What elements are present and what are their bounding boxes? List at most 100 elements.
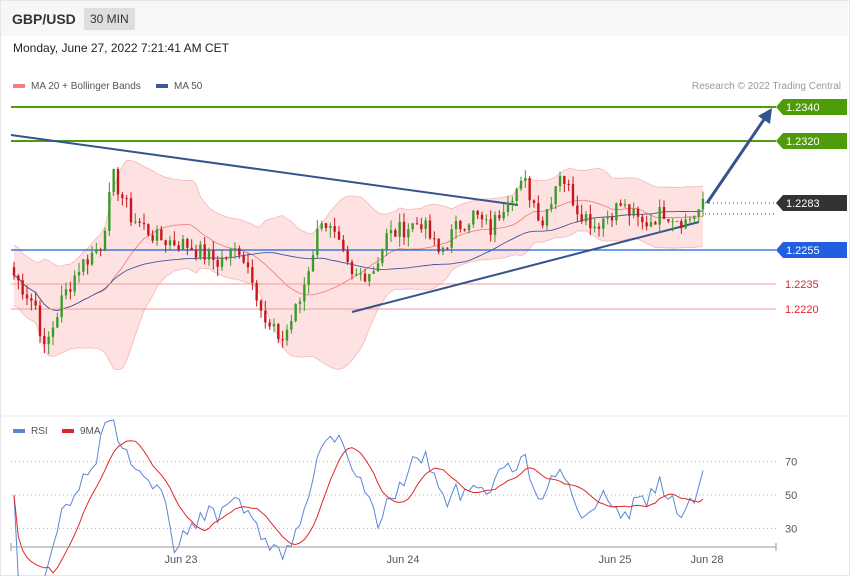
candle-body (216, 260, 219, 267)
candle-body (407, 229, 410, 238)
level-label-1.2283: 1.2283 (786, 198, 820, 210)
candle-body (649, 222, 653, 227)
candle-body (597, 226, 601, 229)
candle-body (480, 214, 484, 220)
candle-body (43, 336, 46, 345)
candle-body (138, 221, 141, 223)
candle-body (177, 245, 180, 250)
candle-body (320, 223, 323, 229)
candle-body (368, 273, 371, 282)
candle-body (381, 249, 384, 264)
candle-body (515, 188, 518, 201)
candle-body (459, 220, 462, 230)
candle-body (580, 214, 583, 222)
candle-body (680, 221, 683, 229)
candle-body (95, 249, 98, 253)
candle-body (333, 226, 336, 232)
rsi-tick-70: 70 (785, 457, 797, 469)
candle-body (277, 324, 280, 340)
candle-body (51, 327, 55, 337)
candle-body (90, 252, 94, 265)
candle-body (441, 247, 445, 252)
candle-body (567, 184, 570, 186)
descending-trendline (10, 134, 519, 206)
candle-body (411, 223, 414, 230)
candle-body (454, 220, 458, 230)
candle-body (355, 274, 358, 276)
candle-body (519, 180, 523, 189)
candle-body (103, 230, 107, 252)
candle-body (203, 244, 206, 260)
candle-body (489, 219, 492, 235)
projection-arrow-line (705, 117, 767, 204)
x-label-jun-24: Jun 24 (386, 554, 419, 566)
candle-body (229, 248, 232, 259)
candle-body (602, 218, 605, 229)
level-label-1.2220: 1.2220 (785, 304, 819, 316)
candle-body (506, 202, 510, 212)
candle-body (60, 295, 63, 318)
candle-body (238, 248, 241, 256)
candle-body (385, 233, 388, 250)
candle-body (290, 321, 293, 330)
candle-body (125, 198, 128, 200)
candle-body (498, 214, 501, 219)
candle-body (168, 240, 172, 246)
price-chart-svg[interactable]: 1.2340 1.2320 1.2283 1.2255 1.2235 1.2220 70 50… (0, 0, 850, 576)
candle-body (584, 214, 588, 222)
candle-body (606, 216, 609, 219)
projection-arrow-head (758, 108, 772, 124)
candle-body (610, 216, 614, 221)
candle-body (242, 255, 245, 263)
candle-body (329, 226, 332, 228)
candle-body (532, 200, 536, 204)
candle-body (420, 224, 423, 230)
candle-body (576, 205, 579, 215)
candle-body (662, 207, 666, 220)
candle-body (350, 261, 354, 275)
candle-body (246, 262, 250, 268)
level-label-1.2235: 1.2235 (785, 279, 819, 291)
level-label-1.2255: 1.2255 (786, 245, 820, 257)
candle-body (155, 229, 159, 241)
candle-body (212, 249, 215, 261)
candle-body (225, 257, 228, 259)
rsi-tick-30: 30 (785, 523, 797, 535)
candle-body (541, 220, 544, 226)
candle-body (281, 339, 284, 341)
candle-body (615, 203, 618, 221)
candle-body (151, 235, 154, 241)
candle-body (632, 208, 635, 216)
candle-body (424, 220, 427, 230)
candle-body (25, 294, 29, 299)
candle-body (164, 240, 167, 246)
candle-body (645, 222, 648, 227)
candle-body (402, 221, 406, 238)
candle-body (12, 267, 16, 276)
candle-body (34, 300, 37, 306)
level-label-1.2320: 1.2320 (786, 136, 820, 148)
candle-body (129, 198, 133, 223)
candle-body (121, 194, 124, 199)
candle-body (550, 204, 553, 210)
candle-body (593, 226, 596, 229)
candle-body (446, 247, 449, 249)
candle-body (69, 289, 72, 292)
candle-body (524, 178, 527, 181)
candle-body (658, 207, 661, 225)
candle-body (272, 324, 276, 327)
candle-body (190, 247, 193, 251)
candle-body (77, 271, 81, 276)
candle-body (675, 221, 679, 223)
candle-body (363, 273, 367, 282)
candle-body (99, 249, 102, 252)
candle-body (186, 239, 189, 248)
candle-body (636, 208, 640, 217)
candle-body (537, 203, 540, 221)
candle-body (82, 259, 85, 272)
candle-body (199, 244, 202, 258)
candle-body (415, 223, 419, 225)
candle-body (450, 229, 453, 248)
candle-body (38, 305, 42, 337)
candle-body (502, 211, 505, 219)
